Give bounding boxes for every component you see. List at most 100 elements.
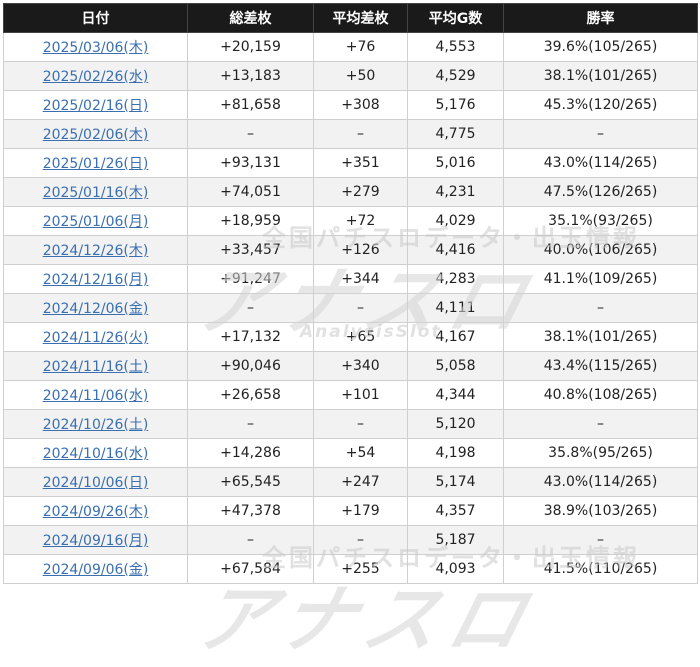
table-row: 2024/09/06(金) +67,584 +255 4,093 41.5%(110/2…: [3, 554, 698, 584]
avg-games-cell: 4,775: [407, 119, 504, 149]
table-row: 2025/02/16(日) +81,658 +308 5,176 45.3%(120/2…: [3, 90, 698, 120]
total-diff-cell: +93,131: [187, 148, 314, 178]
table-row: 2024/11/16(土) +90,046 +340 5,058 43.4%(115/2…: [3, 351, 698, 381]
avg-diff-cell: +255: [313, 554, 408, 584]
total-diff-cell: +67,584: [187, 554, 314, 584]
avg-diff-cell: +279: [313, 177, 408, 207]
date-cell: 2024/12/06(金): [3, 293, 188, 323]
table-row: 2024/12/26(木) +33,457 +126 4,416 40.0%(106/2…: [3, 235, 698, 265]
total-diff-cell: +20,159: [187, 32, 314, 62]
win-rate-cell: 35.1%(93/265): [503, 206, 698, 236]
date-cell: 2025/02/26(水): [3, 61, 188, 91]
avg-games-cell: 5,058: [407, 351, 504, 381]
date-link[interactable]: 2024/09/26(木): [43, 504, 149, 520]
date-link[interactable]: 2024/09/06(金): [43, 562, 149, 578]
total-diff-cell: –: [187, 119, 314, 149]
column-header-win-rate[interactable]: 勝率: [503, 3, 698, 33]
table-row: 2024/10/06(日) +65,545 +247 5,174 43.0%(114/2…: [3, 467, 698, 497]
win-rate-cell: –: [503, 293, 698, 323]
date-link[interactable]: 2024/12/16(月): [43, 272, 149, 288]
avg-games-cell: 4,167: [407, 322, 504, 352]
table-row: 2024/11/26(火) +17,132 +65 4,167 38.1%(101/26…: [3, 322, 698, 352]
date-link[interactable]: 2025/01/26(日): [43, 156, 149, 172]
win-rate-cell: –: [503, 119, 698, 149]
win-rate-cell: 38.1%(101/265): [503, 61, 698, 91]
table-row: 2024/12/16(月) +91,247 +344 4,283 41.1%(109/2…: [3, 264, 698, 294]
avg-games-cell: 4,529: [407, 61, 504, 91]
avg-diff-cell: –: [313, 409, 408, 439]
total-diff-cell: +18,959: [187, 206, 314, 236]
date-cell: 2024/12/16(月): [3, 264, 188, 294]
avg-games-cell: 5,174: [407, 467, 504, 497]
avg-games-cell: 4,416: [407, 235, 504, 265]
avg-games-cell: 4,093: [407, 554, 504, 584]
date-cell: 2024/11/26(火): [3, 322, 188, 352]
avg-games-cell: 4,029: [407, 206, 504, 236]
win-rate-cell: 43.4%(115/265): [503, 351, 698, 381]
win-rate-cell: –: [503, 525, 698, 555]
date-link[interactable]: 2024/12/06(金): [43, 301, 149, 317]
table-row: 2024/10/26(土) – –5,120–: [3, 409, 698, 439]
avg-games-cell: 5,016: [407, 148, 504, 178]
column-header-date[interactable]: 日付: [3, 3, 188, 33]
avg-diff-cell: +308: [313, 90, 408, 120]
date-link[interactable]: 2024/10/16(水): [43, 446, 149, 462]
avg-games-cell: 5,176: [407, 90, 504, 120]
win-rate-cell: 41.5%(110/265): [503, 554, 698, 584]
data-table: 日付 総差枚 平均差枚 平均G数 勝率 2025/03/06(木) +20,159…: [3, 3, 698, 584]
date-cell: 2024/11/06(水): [3, 380, 188, 410]
avg-diff-cell: +340: [313, 351, 408, 381]
date-cell: 2024/09/26(木): [3, 496, 188, 526]
date-link[interactable]: 2025/02/26(水): [43, 69, 149, 85]
avg-games-cell: 4,553: [407, 32, 504, 62]
date-link[interactable]: 2025/01/06(月): [43, 214, 149, 230]
date-link[interactable]: 2024/10/06(日): [43, 475, 149, 491]
date-cell: 2024/09/16(月): [3, 525, 188, 555]
date-cell: 2024/12/26(木): [3, 235, 188, 265]
win-rate-cell: 45.3%(120/265): [503, 90, 698, 120]
total-diff-cell: +47,378: [187, 496, 314, 526]
avg-diff-cell: +72: [313, 206, 408, 236]
date-link[interactable]: 2024/11/06(水): [43, 388, 149, 404]
avg-diff-cell: +126: [313, 235, 408, 265]
date-link[interactable]: 2024/11/26(火): [43, 330, 149, 346]
date-link[interactable]: 2025/02/06(木): [43, 127, 149, 143]
column-header-avg-diff[interactable]: 平均差枚: [313, 3, 408, 33]
avg-games-cell: 4,344: [407, 380, 504, 410]
total-diff-cell: +91,247: [187, 264, 314, 294]
avg-diff-cell: +344: [313, 264, 408, 294]
table-row: 2024/09/26(木) +47,378 +179 4,357 38.9%(103/2…: [3, 496, 698, 526]
date-cell: 2025/02/06(木): [3, 119, 188, 149]
date-cell: 2024/09/06(金): [3, 554, 188, 584]
total-diff-cell: –: [187, 409, 314, 439]
avg-diff-cell: +54: [313, 438, 408, 468]
total-diff-cell: +81,658: [187, 90, 314, 120]
total-diff-cell: +26,658: [187, 380, 314, 410]
total-diff-cell: +14,286: [187, 438, 314, 468]
avg-diff-cell: +101: [313, 380, 408, 410]
column-header-avg-games[interactable]: 平均G数: [407, 3, 504, 33]
date-cell: 2025/01/16(木): [3, 177, 188, 207]
table-row: 2024/12/06(金) – –4,111–: [3, 293, 698, 323]
table-row: 2025/01/26(日) +93,131 +351 5,016 43.0%(114/2…: [3, 148, 698, 178]
date-link[interactable]: 2025/02/16(日): [43, 98, 149, 114]
avg-diff-cell: +65: [313, 322, 408, 352]
avg-diff-cell: +247: [313, 467, 408, 497]
date-link[interactable]: 2024/10/26(土): [43, 417, 149, 433]
date-link[interactable]: 2024/09/16(月): [43, 533, 149, 549]
total-diff-cell: +33,457: [187, 235, 314, 265]
date-cell: 2025/02/16(日): [3, 90, 188, 120]
date-link[interactable]: 2025/03/06(木): [43, 40, 149, 56]
date-cell: 2024/10/26(土): [3, 409, 188, 439]
win-rate-cell: 38.9%(103/265): [503, 496, 698, 526]
total-diff-cell: –: [187, 293, 314, 323]
date-link[interactable]: 2024/11/16(土): [43, 359, 149, 375]
table-row: 2024/10/16(水) +14,286 +54 4,198 35.8%(95/265…: [3, 438, 698, 468]
date-link[interactable]: 2025/01/16(木): [43, 185, 149, 201]
date-cell: 2025/03/06(木): [3, 32, 188, 62]
column-header-total-diff[interactable]: 総差枚: [187, 3, 314, 33]
total-diff-cell: +65,545: [187, 467, 314, 497]
win-rate-cell: 47.5%(126/265): [503, 177, 698, 207]
win-rate-cell: 35.8%(95/265): [503, 438, 698, 468]
date-link[interactable]: 2024/12/26(木): [43, 243, 149, 259]
